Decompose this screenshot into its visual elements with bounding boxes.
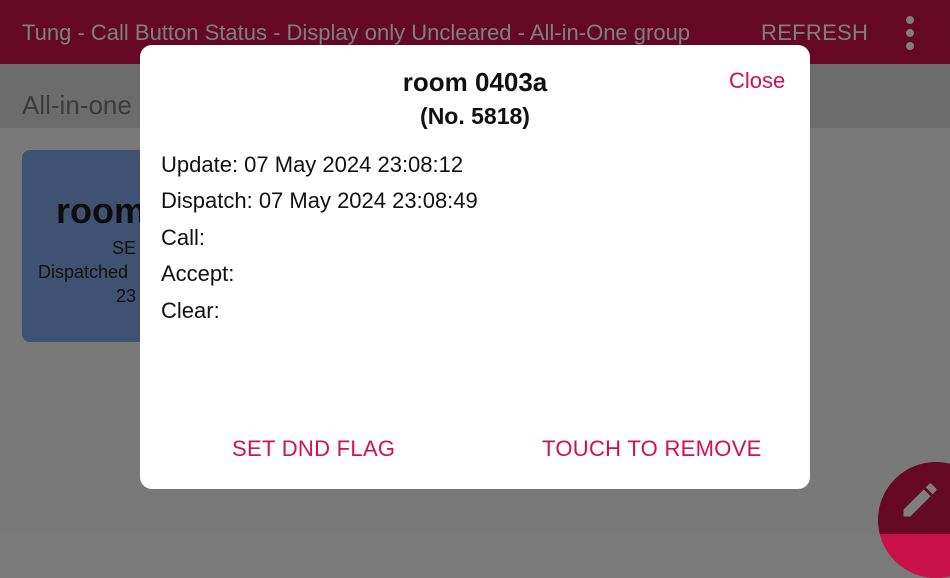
call-field: Call:	[161, 225, 206, 250]
update-field: Update: 07 May 2024 23:08:12	[161, 152, 464, 177]
clear-field: Clear:	[161, 298, 220, 323]
dialog-number: (No. 5818)	[420, 103, 530, 129]
room-detail-dialog: room 0403a (No. 5818) Close Update: 07 M…	[140, 45, 810, 489]
dialog-title: room 0403a	[402, 67, 548, 97]
accept-field: Accept:	[161, 261, 235, 286]
dispatch-field: Dispatch: 07 May 2024 23:08:49	[161, 188, 478, 213]
touch-to-remove-button[interactable]: TOUCH TO REMOVE	[542, 436, 762, 462]
set-dnd-flag-button[interactable]: SET DND FLAG	[232, 436, 395, 462]
close-button[interactable]: Close	[729, 68, 785, 94]
